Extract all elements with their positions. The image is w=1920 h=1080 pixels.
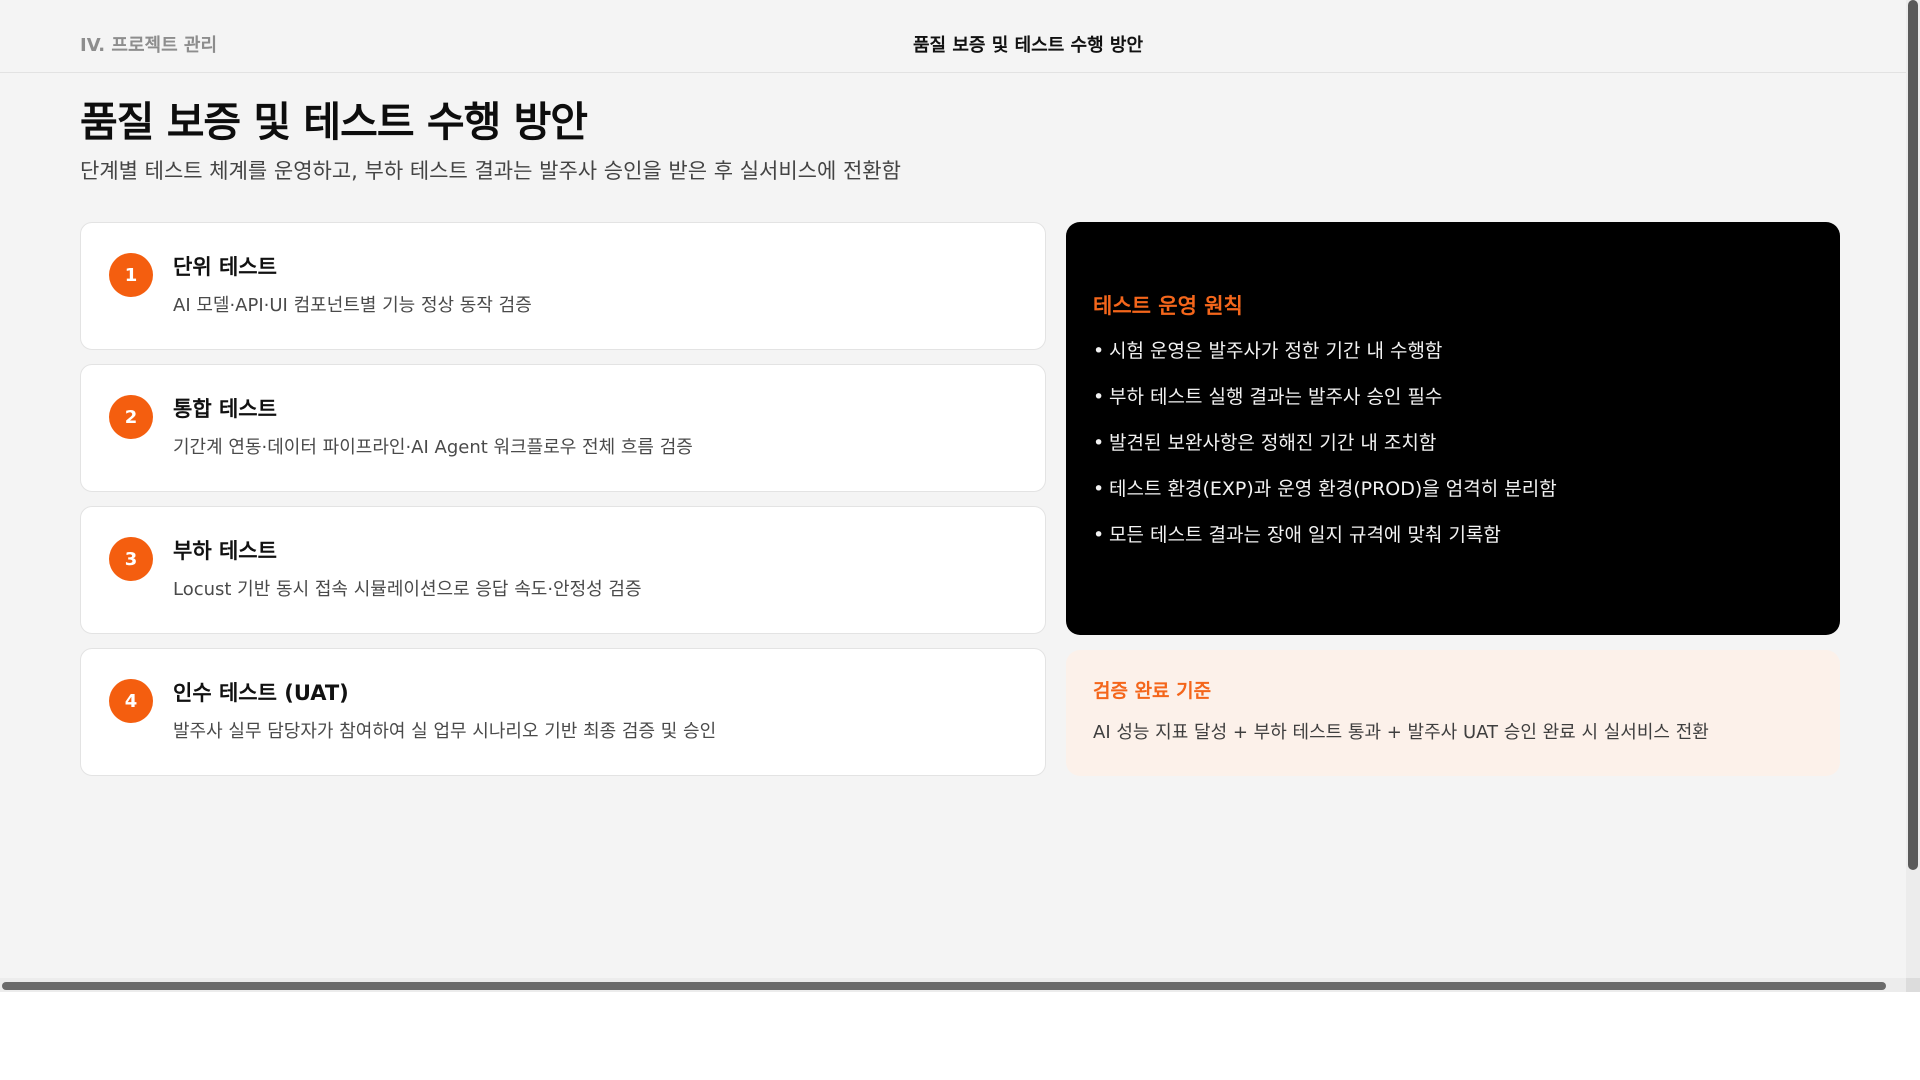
- principle-item: • 테스트 환경(EXP)과 운영 환경(PROD)을 엄격히 분리함: [1093, 478, 1557, 524]
- test-principles-panel: 테스트 운영 원칙 • 시험 운영은 발주사가 정한 기간 내 수행함 • 부하 테…: [1066, 222, 1840, 635]
- principle-item: • 모든 테스트 결과는 장애 일지 규격에 맞춰 기록함: [1093, 524, 1557, 570]
- bullet-icon: •: [1093, 432, 1105, 454]
- principles-list: • 시험 운영은 발주사가 정한 기간 내 수행함 • 부하 테스트 실행 결과는 …: [1093, 340, 1557, 570]
- step-title: 단위 테스트: [173, 255, 277, 279]
- step-description: AI 모델·API·UI 컴포넌트별 기능 정상 동작 검증: [173, 295, 532, 316]
- step-number-badge: 3: [109, 537, 153, 581]
- top-bar: IV. 프로젝트 관리 품질 보증 및 테스트 수행 방안: [0, 0, 1906, 73]
- step-number-badge: 4: [109, 679, 153, 723]
- step-title: 통합 테스트: [173, 397, 277, 421]
- principle-item: • 시험 운영은 발주사가 정한 기간 내 수행함: [1093, 340, 1557, 386]
- principle-item: • 발견된 보완사항은 정해진 기간 내 조치함: [1093, 432, 1557, 478]
- step-title: 부하 테스트: [173, 539, 277, 563]
- step-title: 인수 테스트 (UAT): [173, 681, 349, 705]
- bullet-icon: •: [1093, 340, 1105, 362]
- horizontal-scrollbar[interactable]: [0, 978, 1906, 992]
- completion-criteria-panel: 검증 완료 기준 AI 성능 지표 달성 + 부하 테스트 통과 + 발주사 U…: [1066, 650, 1840, 776]
- slide-viewport: IV. 프로젝트 관리 품질 보증 및 테스트 수행 방안 품질 보증 및 테스…: [0, 0, 1906, 978]
- criteria-description: AI 성능 지표 달성 + 부하 테스트 통과 + 발주사 UAT 승인 완료 …: [1093, 722, 1709, 743]
- step-description: Locust 기반 동시 접속 시뮬레이션으로 응답 속도·안정성 검증: [173, 579, 642, 600]
- step-card-unit-test: 1 단위 테스트 AI 모델·API·UI 컴포넌트별 기능 정상 동작 검증: [80, 222, 1046, 350]
- step-description: 기간계 연동·데이터 파이프라인·AI Agent 워크플로우 전체 흐름 검증: [173, 437, 693, 458]
- principle-text: 부하 테스트 실행 결과는 발주사 승인 필수: [1109, 386, 1443, 408]
- principle-text: 테스트 환경(EXP)과 운영 환경(PROD)을 엄격히 분리함: [1109, 478, 1557, 500]
- step-description: 발주사 실무 담당자가 참여하여 실 업무 시나리오 기반 최종 검증 및 승인: [173, 721, 717, 742]
- principles-title: 테스트 운영 원칙: [1093, 294, 1243, 318]
- step-number-badge: 1: [109, 253, 153, 297]
- principle-text: 발견된 보완사항은 정해진 기간 내 조치함: [1109, 432, 1437, 454]
- step-card-integration-test: 2 통합 테스트 기간계 연동·데이터 파이프라인·AI Agent 워크플로우…: [80, 364, 1046, 492]
- step-number-badge: 2: [109, 395, 153, 439]
- page-title: 품질 보증 및 테스트 수행 방안: [80, 98, 588, 146]
- vertical-scroll-thumb[interactable]: [1908, 0, 1918, 870]
- header-title: 품질 보증 및 테스트 수행 방안: [912, 35, 1144, 56]
- page-subtitle: 단계별 테스트 체계를 운영하고, 부하 테스트 결과는 발주사 승인을 받은 …: [80, 159, 901, 183]
- scrollbar-corner: [1906, 978, 1920, 992]
- principle-text: 시험 운영은 발주사가 정한 기간 내 수행함: [1109, 340, 1443, 362]
- bullet-icon: •: [1093, 524, 1105, 546]
- criteria-title: 검증 완료 기준: [1093, 680, 1212, 702]
- step-card-load-test: 3 부하 테스트 Locust 기반 동시 접속 시뮬레이션으로 응답 속도·안…: [80, 506, 1046, 634]
- vertical-scrollbar[interactable]: [1906, 0, 1920, 992]
- horizontal-scroll-thumb[interactable]: [2, 982, 1886, 990]
- principle-text: 모든 테스트 결과는 장애 일지 규격에 맞춰 기록함: [1109, 524, 1501, 546]
- bullet-icon: •: [1093, 386, 1105, 408]
- principle-item: • 부하 테스트 실행 결과는 발주사 승인 필수: [1093, 386, 1557, 432]
- step-card-acceptance-test: 4 인수 테스트 (UAT) 발주사 실무 담당자가 참여하여 실 업무 시나리…: [80, 648, 1046, 776]
- bullet-icon: •: [1093, 478, 1105, 500]
